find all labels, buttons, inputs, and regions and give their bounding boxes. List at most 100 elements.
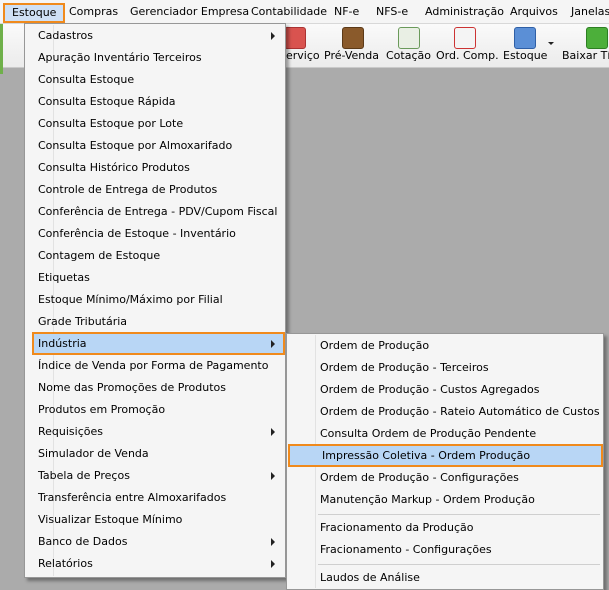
menu-item-banco-de-dados[interactable]: Banco de Dados xyxy=(27,531,283,552)
menu-item-label: Índice de Venda por Forma de Pagamento xyxy=(38,359,269,372)
menu-item-label: Fracionamento da Produção xyxy=(320,521,474,534)
submenu-arrow-icon xyxy=(271,32,275,40)
toolbar-pre-venda-button[interactable]: Pré-Venda xyxy=(322,24,379,68)
menubar-compras[interactable]: Compras xyxy=(69,5,118,19)
toolbar-baixar-titulo-label: Baixar Títu xyxy=(562,49,609,62)
menu-item-label: Relatórios xyxy=(38,557,93,570)
menu-item-transferencia-almoxarifados[interactable]: Transferência entre Almoxarifados xyxy=(27,487,283,508)
estoque-menu: Cadastros Apuração Inventário Terceiros … xyxy=(24,23,286,578)
submenu-item-manutencao-markup[interactable]: Manutenção Markup - Ordem Produção xyxy=(289,489,601,510)
menu-item-contagem-estoque[interactable]: Contagem de Estoque xyxy=(27,245,283,266)
menu-item-consulta-estoque-almoxarifado[interactable]: Consulta Estoque por Almoxarifado xyxy=(27,135,283,156)
pre-sale-icon xyxy=(342,27,364,49)
menubar-nfe[interactable]: NF-e xyxy=(334,5,359,19)
menu-item-label: Impressão Coletiva - Ordem Produção xyxy=(322,449,531,462)
submenu-item-ordem-producao-rateio-custos[interactable]: Ordem de Produção - Rateio Automático de… xyxy=(289,401,601,422)
menu-item-label: Apuração Inventário Terceiros xyxy=(38,51,202,64)
submenu-item-ordem-producao-terceiros[interactable]: Ordem de Produção - Terceiros xyxy=(289,357,601,378)
toolbar-estoque-button[interactable]: Estoque xyxy=(500,24,556,68)
toolbar-pre-venda-label: Pré-Venda xyxy=(324,49,379,62)
submenu-arrow-icon xyxy=(271,560,275,568)
menu-item-label: Consulta Histórico Produtos xyxy=(38,161,190,174)
menu-item-grade-tributaria[interactable]: Grade Tributária xyxy=(27,311,283,332)
menu-item-estoque-minimo-maximo-filial[interactable]: Estoque Mínimo/Máximo por Filial xyxy=(27,289,283,310)
menu-item-label: Nome das Promoções de Produtos xyxy=(38,381,226,394)
menu-bar: Estoque Compras Gerenciador Empresa Cont… xyxy=(0,0,609,24)
menubar-janelas[interactable]: Janelas xyxy=(571,5,609,19)
menu-item-label: Grade Tributária xyxy=(38,315,128,328)
menubar-contabilidade[interactable]: Contabilidade xyxy=(251,5,327,19)
menu-item-label: Manutenção Markup - Ordem Produção xyxy=(320,493,535,506)
submenu-arrow-icon xyxy=(271,340,275,348)
menubar-gerenciador-empresa[interactable]: Gerenciador Empresa xyxy=(130,5,249,19)
menu-item-label: Conferência de Estoque - Inventário xyxy=(38,227,236,240)
menu-item-etiquetas[interactable]: Etiquetas xyxy=(27,267,283,288)
submenu-arrow-icon xyxy=(271,538,275,546)
menu-item-nome-promocoes-produtos[interactable]: Nome das Promoções de Produtos xyxy=(27,377,283,398)
menu-item-label: Consulta Estoque Rápida xyxy=(38,95,176,108)
toolbar-cotacao-label: Cotação xyxy=(386,49,431,62)
submenu-item-ordem-producao[interactable]: Ordem de Produção xyxy=(289,335,601,356)
menubar-estoque[interactable]: Estoque xyxy=(3,3,66,23)
menu-item-label: Consulta Ordem de Produção Pendente xyxy=(320,427,537,440)
industria-submenu: Ordem de Produção Ordem de Produção - Te… xyxy=(286,333,604,590)
menu-item-tabela-precos[interactable]: Tabela de Preços xyxy=(27,465,283,486)
menu-item-label: Banco de Dados xyxy=(38,535,128,548)
menu-separator xyxy=(318,514,600,515)
menubar-nfse[interactable]: NFS-e xyxy=(376,5,408,19)
submenu-arrow-icon xyxy=(271,428,275,436)
toolbar-baixar-titulo-button[interactable]: Baixar Títu xyxy=(560,24,609,68)
menubar-administracao[interactable]: Administração xyxy=(425,5,504,19)
window-edge xyxy=(0,24,3,74)
menu-item-controle-entrega-produtos[interactable]: Controle de Entrega de Produtos xyxy=(27,179,283,200)
menu-item-label: Consulta Estoque por Almoxarifado xyxy=(38,139,233,152)
menu-item-industria[interactable]: Indústria xyxy=(32,332,285,355)
menu-item-label: Transferência entre Almoxarifados xyxy=(38,491,227,504)
menu-item-relatorios[interactable]: Relatórios xyxy=(27,553,283,574)
menu-item-label: Tabela de Preços xyxy=(38,469,130,482)
menu-item-label: Ordem de Produção - Terceiros xyxy=(320,361,489,374)
menu-item-label: Requisições xyxy=(38,425,103,438)
submenu-item-ordem-producao-configuracoes[interactable]: Ordem de Produção - Configurações xyxy=(289,467,601,488)
menu-item-produtos-em-promocao[interactable]: Produtos em Promoção xyxy=(27,399,283,420)
chevron-down-icon[interactable] xyxy=(548,42,554,45)
menu-item-consulta-estoque-lote[interactable]: Consulta Estoque por Lote xyxy=(27,113,283,134)
menu-item-label: Cadastros xyxy=(38,29,93,42)
submenu-item-consulta-ordem-producao-pendente[interactable]: Consulta Ordem de Produção Pendente xyxy=(289,423,601,444)
menu-item-conferencia-entrega-pdv[interactable]: Conferência de Entrega - PDV/Cupom Fisca… xyxy=(27,201,283,222)
check-icon xyxy=(586,27,608,49)
menu-item-label: Produtos em Promoção xyxy=(38,403,166,416)
menu-item-label: Laudos de Análise xyxy=(320,571,420,584)
menu-item-cadastros[interactable]: Cadastros xyxy=(27,25,283,46)
menu-item-label: Ordem de Produção - Configurações xyxy=(320,471,519,484)
submenu-item-laudos-analise[interactable]: Laudos de Análise xyxy=(289,567,601,588)
submenu-arrow-icon xyxy=(271,472,275,480)
stock-icon xyxy=(514,27,536,49)
menu-item-consulta-estoque[interactable]: Consulta Estoque xyxy=(27,69,283,90)
menu-item-indice-venda-forma-pagamento[interactable]: Índice de Venda por Forma de Pagamento xyxy=(27,355,283,376)
menu-item-label: Visualizar Estoque Mínimo xyxy=(38,513,183,526)
menu-item-visualizar-estoque-minimo[interactable]: Visualizar Estoque Mínimo xyxy=(27,509,283,530)
menu-item-label: Ordem de Produção - Rateio Automático de… xyxy=(320,405,600,418)
menu-item-label: Fracionamento - Configurações xyxy=(320,543,492,556)
menu-item-label: Consulta Estoque xyxy=(38,73,135,86)
menu-item-simulador-venda[interactable]: Simulador de Venda xyxy=(27,443,283,464)
menu-item-label: Indústria xyxy=(38,337,87,350)
toolbar-ord-comp-button[interactable]: Ord. Comp. xyxy=(434,24,499,68)
menu-item-label: Ordem de Produção - Custos Agregados xyxy=(320,383,540,396)
menu-item-requisicoes[interactable]: Requisições xyxy=(27,421,283,442)
toolbar-ord-comp-label: Ord. Comp. xyxy=(436,49,499,62)
toolbar-cotacao-button[interactable]: Cotação xyxy=(382,24,431,68)
submenu-item-ordem-producao-custos-agregados[interactable]: Ordem de Produção - Custos Agregados xyxy=(289,379,601,400)
menu-item-label: Simulador de Venda xyxy=(38,447,149,460)
menu-item-consulta-estoque-rapida[interactable]: Consulta Estoque Rápida xyxy=(27,91,283,112)
submenu-item-impressao-coletiva-ordem-producao[interactable]: Impressão Coletiva - Ordem Produção xyxy=(288,444,603,467)
submenu-item-fracionamento-producao[interactable]: Fracionamento da Produção xyxy=(289,517,601,538)
menu-item-apuracao-inventario-terceiros[interactable]: Apuração Inventário Terceiros xyxy=(27,47,283,68)
menu-item-conferencia-estoque-inventario[interactable]: Conferência de Estoque - Inventário xyxy=(27,223,283,244)
submenu-item-fracionamento-configuracoes[interactable]: Fracionamento - Configurações xyxy=(289,539,601,560)
menu-item-label: Estoque Mínimo/Máximo por Filial xyxy=(38,293,223,306)
service-icon xyxy=(284,27,306,49)
menubar-arquivos[interactable]: Arquivos xyxy=(510,5,558,19)
menu-item-consulta-historico-produtos[interactable]: Consulta Histórico Produtos xyxy=(27,157,283,178)
